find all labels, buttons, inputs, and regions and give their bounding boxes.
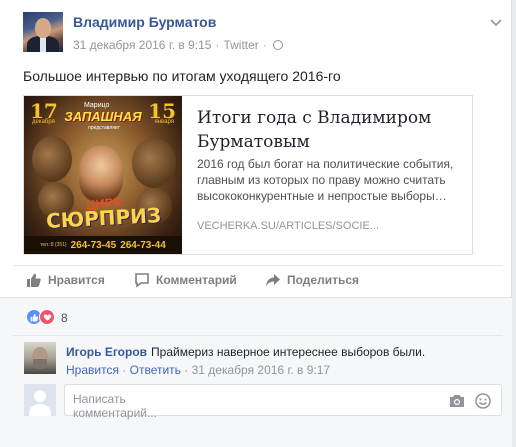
- link-card[interactable]: 17 декабря 15 января Марицо ЗАПАШНАЯ пре…: [23, 95, 473, 255]
- comment-meta: Нравится · Ответить · 31 декабря 2016 г.…: [66, 363, 330, 377]
- post-author[interactable]: Владимир Бурматов: [73, 14, 216, 30]
- poster-subtitle: представляет: [88, 125, 120, 131]
- post-text: Большое интервью по итогам уходящего 201…: [23, 68, 341, 84]
- comment-like-link[interactable]: Нравится: [66, 363, 119, 377]
- love-reaction-icon: [39, 309, 55, 325]
- comment-reply-link[interactable]: Ответить: [130, 363, 181, 377]
- comment-button[interactable]: Комментарий: [134, 272, 237, 288]
- poster-small-text: Марицо: [84, 102, 110, 109]
- comment-icon: [135, 273, 149, 288]
- link-card-description: 2016 год был богат на политические событ…: [197, 157, 454, 203]
- post-timestamp[interactable]: 31 декабря 2016 г. в 9:15: [73, 38, 211, 52]
- comment-input[interactable]: Написать комментарий...: [64, 384, 502, 420]
- feed-post: Владимир Бурматов 31 декабря 2016 г. в 9…: [0, 0, 512, 447]
- reaction-count[interactable]: 8: [61, 311, 68, 325]
- share-button[interactable]: Поделиться: [265, 272, 359, 288]
- divider: [13, 265, 503, 266]
- poster-phone-1: 264-73-45: [70, 239, 117, 251]
- poster-animal: [32, 136, 72, 182]
- globe-icon[interactable]: [272, 40, 283, 50]
- link-card-domain: VECHERKA.SU/ARTICLES/SOCIE...: [197, 220, 379, 232]
- meta-separator-2: ·: [262, 38, 267, 52]
- poster-surprise: СЮРПРИЗ: [45, 202, 162, 233]
- camera-icon[interactable]: [449, 394, 465, 408]
- comments-section: Игорь Егоров Праймериз наверное интересне…: [0, 335, 512, 447]
- post-source: Twitter: [223, 38, 259, 52]
- commenter-name[interactable]: Игорь Егоров: [66, 345, 147, 359]
- share-arrow-icon: [266, 274, 280, 286]
- poster-title: ЗАПАШНАЯ: [64, 109, 142, 124]
- comment-text: Праймериз наверное интереснее выборов бы…: [151, 345, 426, 359]
- comment-time[interactable]: 31 декабря 2016 г. в 9:17: [192, 363, 330, 377]
- share-label: Поделиться: [287, 273, 360, 287]
- poster-month-right: января: [154, 119, 174, 125]
- comment-body: Игорь Егоров Праймериз наверное интересне…: [66, 345, 425, 359]
- link-card-title[interactable]: Итоги года с Владимиром Бурматовым: [197, 106, 462, 154]
- like-button[interactable]: Нравится: [26, 272, 105, 288]
- poster-phone-2: 264-73-44: [120, 239, 166, 251]
- poster-tel-label: тел.:8 (351): [40, 242, 67, 248]
- like-label: Нравится: [48, 273, 105, 287]
- comment-input-placeholder: Написать комментарий...: [73, 392, 157, 420]
- divider: [13, 335, 503, 336]
- commenter-avatar[interactable]: [24, 342, 56, 374]
- comment-meta-dot: ·: [122, 363, 127, 377]
- post-actions: Нравится Комментарий Поделиться: [0, 268, 512, 292]
- reply-box: Написать комментарий...: [24, 384, 503, 422]
- current-user-avatar: [24, 384, 56, 416]
- poster-month-left: декабря: [32, 119, 55, 125]
- post-meta: 31 декабря 2016 г. в 9:15 · Twitter ·: [73, 38, 283, 52]
- reactions-bar[interactable]: 8: [0, 297, 512, 335]
- link-card-image[interactable]: 17 декабря 15 января Марицо ЗАПАШНАЯ пре…: [24, 96, 182, 254]
- meta-separator: ·: [215, 38, 220, 52]
- thumbs-up-icon: [27, 273, 41, 287]
- comment-label: Комментарий: [156, 273, 237, 287]
- chevron-down-icon[interactable]: [489, 16, 503, 30]
- comment-meta-dot-2: ·: [184, 363, 189, 377]
- poster-phones: тел.:8 (351) 264-73-45 264-73-44: [24, 236, 182, 254]
- smile-icon[interactable]: [475, 393, 491, 409]
- poster-animal: [132, 138, 176, 188]
- author-avatar[interactable]: [23, 12, 63, 52]
